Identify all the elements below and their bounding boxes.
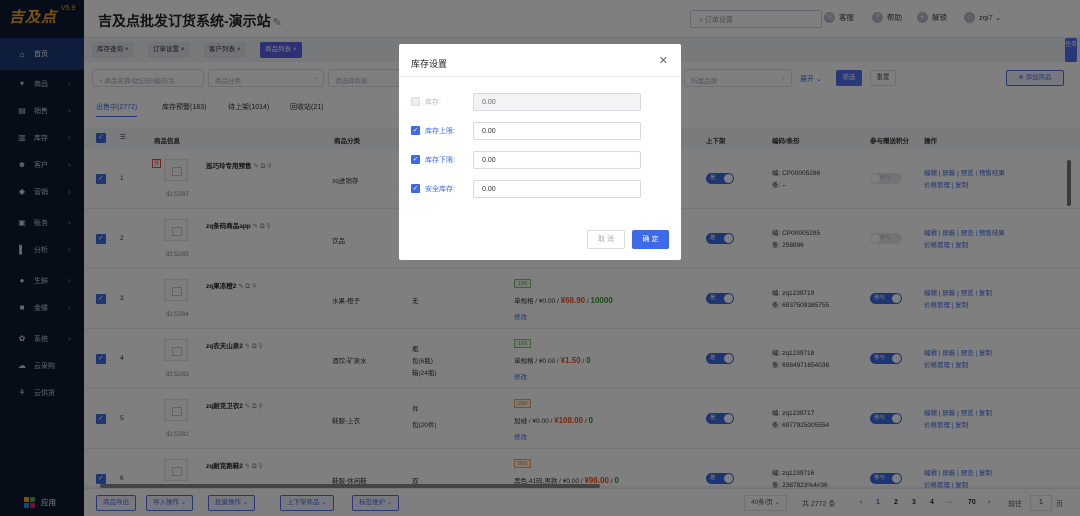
field-input[interactable]: 0.00: [473, 93, 641, 111]
field-label: 安全库存:: [425, 186, 455, 193]
field-input[interactable]: 0.00: [473, 151, 641, 169]
confirm-button[interactable]: 确 定: [632, 230, 669, 249]
field-checkbox[interactable]: ✓: [411, 155, 420, 164]
modal-divider: [399, 76, 681, 77]
field-label: 库存:: [425, 99, 441, 106]
field-input[interactable]: 0.00: [473, 180, 641, 198]
modal-field-row: ✓ 库存上限: 0.00: [411, 122, 643, 140]
stock-settings-modal: 库存设置 ✕ 库存: 0.00 ✓ 库存上限: 0.00 ✓ 库存下限: 0.00 ✓ 安全库存:…: [399, 44, 681, 260]
modal-field-row: ✓ 安全库存: 0.00: [411, 180, 643, 198]
cancel-button[interactable]: 取 消: [587, 230, 625, 249]
field-label: 库存上限:: [425, 128, 455, 135]
modal-field-row: ✓ 库存下限: 0.00: [411, 151, 643, 169]
field-checkbox[interactable]: ✓: [411, 126, 420, 135]
field-input[interactable]: 0.00: [473, 122, 641, 140]
modal-title: 库存设置: [411, 59, 448, 69]
close-icon[interactable]: ✕: [659, 54, 668, 67]
field-label: 库存下限:: [425, 157, 455, 164]
modal-field-row: 库存: 0.00: [411, 93, 643, 111]
field-checkbox[interactable]: ✓: [411, 184, 420, 193]
field-checkbox[interactable]: [411, 97, 420, 106]
